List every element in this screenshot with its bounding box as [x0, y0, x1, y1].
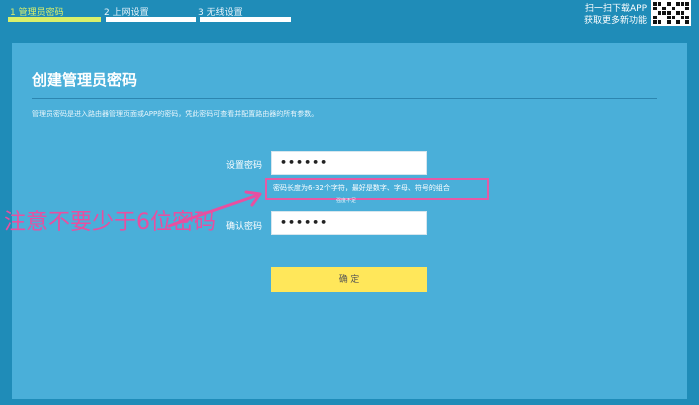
confirm-button[interactable]: 确 定 — [271, 267, 427, 292]
app-promo-line2: 获取更多新功能 — [583, 16, 647, 26]
title-divider — [32, 98, 657, 99]
qr-code-icon — [651, 0, 691, 26]
password-strength: 强度不足 — [336, 198, 357, 204]
page-description: 管理员密码是进入路由器管理页面或APP的密码，凭此密码可查看并配置路由器的所有参… — [32, 110, 319, 118]
step-1-bar — [8, 17, 101, 22]
step-3-bar — [200, 17, 291, 22]
password-hint: 密码长度为6-32个字符，最好是数字、字母、符号的组合 — [273, 184, 450, 192]
step-progress: 1 管理员密码 2 上网设置 3 无线设置 — [0, 0, 560, 32]
password-field[interactable]: •••••• — [271, 151, 427, 175]
annotation-note: 注意不要少于6位密码 — [4, 210, 216, 235]
password-hint-highlight: 密码长度为6-32个字符，最好是数字、字母、符号的组合 — [265, 178, 489, 200]
app-download-promo[interactable]: 扫一扫下载APP 获取更多新功能 — [584, 3, 647, 27]
app-promo-line1: 扫一扫下载APP — [584, 4, 647, 14]
confirm-password-field[interactable]: •••••• — [271, 211, 427, 235]
step-2-bar — [106, 17, 196, 22]
page-title: 创建管理员密码 — [32, 71, 138, 89]
password-label: 设置密码 — [225, 161, 262, 171]
